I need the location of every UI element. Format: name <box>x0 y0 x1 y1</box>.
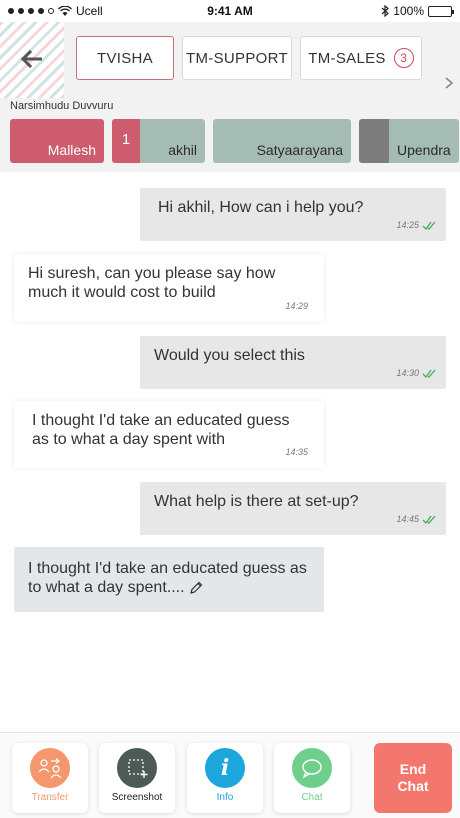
screenshot-icon <box>117 748 157 788</box>
agent-status-strip <box>359 119 389 163</box>
screenshot-button[interactable]: Screenshot <box>99 743 175 813</box>
message-meta: 14:35 <box>285 443 308 462</box>
agent-card-satyaarayana[interactable]: Satyaarayana <box>213 119 351 163</box>
message-text: Hi suresh, can you please say how much i… <box>28 265 276 301</box>
agent-card-label: akhil <box>168 142 197 158</box>
message-outgoing[interactable]: Hi akhil, How can i help you? 14:25 <box>140 188 446 241</box>
tab-tm-support[interactable]: TM-SUPPORT <box>182 36 292 80</box>
message-time: 14:25 <box>396 220 419 230</box>
double-check-icon <box>422 515 436 524</box>
unread-badge: 3 <box>393 48 414 68</box>
transfer-button[interactable]: Transfer <box>12 743 88 813</box>
message-time: 14:45 <box>396 514 419 524</box>
status-bar: Ucell 9:41 AM 100% <box>0 0 460 22</box>
transfer-label: Transfer <box>31 792 69 803</box>
message-text: What help is there at set-up? <box>154 493 359 510</box>
chat-bubble-icon <box>292 748 332 788</box>
message-meta: 14:29 <box>285 297 308 316</box>
message-time: 14:35 <box>285 447 308 457</box>
message-outgoing[interactable]: What help is there at set-up? 14:45 <box>140 482 446 535</box>
action-bar: Transfer Screenshot i Info Chat End Chat <box>0 732 460 818</box>
end-chat-label-line1: End <box>399 761 427 777</box>
back-button[interactable] <box>16 44 46 74</box>
tab-label: TM-SUPPORT <box>186 49 288 67</box>
message-time: 14:29 <box>285 301 308 311</box>
transfer-icon <box>30 748 70 788</box>
double-check-icon <box>422 221 436 230</box>
pencil-icon[interactable] <box>189 581 203 595</box>
team-tabs: TVISHA TM-SUPPORT TM-SALES 3 <box>76 36 422 80</box>
agent-unread-count: 1 <box>112 119 140 163</box>
agent-card-upendra[interactable]: Upendra <box>359 119 459 163</box>
screenshot-label: Screenshot <box>111 792 163 803</box>
agent-card-label: Upendra <box>397 142 451 158</box>
bluetooth-icon <box>381 5 390 17</box>
agent-card-label: Mallesh <box>47 142 96 158</box>
tab-tm-sales[interactable]: TM-SALES 3 <box>300 36 422 80</box>
battery-percent: 100% <box>393 4 424 18</box>
message-text: Hi akhil, How can i help you? <box>158 199 364 216</box>
message-meta: 14:45 <box>396 510 436 529</box>
back-tile <box>0 22 64 98</box>
agent-name: Narsimhudu Duvvuru <box>10 100 114 112</box>
info-button[interactable]: i Info <box>187 743 263 813</box>
agent-card-mallesh[interactable]: Mallesh <box>10 119 104 163</box>
info-label: Info <box>216 792 234 803</box>
tab-label: TVISHA <box>97 49 153 67</box>
end-chat-button[interactable]: End Chat <box>374 743 452 813</box>
end-chat-label-line2: Chat <box>397 778 429 794</box>
chat-button[interactable]: Chat <box>274 743 350 813</box>
agent-card-label: Satyaarayana <box>256 142 343 158</box>
message-outgoing[interactable]: Would you select this 14:30 <box>140 336 446 389</box>
message-text: I thought I'd take an educated guess as … <box>28 560 307 596</box>
tab-label: TM-SALES <box>308 49 386 67</box>
tab-tvisha[interactable]: TVISHA <box>76 36 174 80</box>
back-arrow-icon <box>20 50 42 68</box>
chat-label: Chat <box>301 792 323 803</box>
chat-header: TVISHA TM-SUPPORT TM-SALES 3 Narsimhudu … <box>0 22 460 172</box>
message-time: 14:30 <box>396 368 419 378</box>
message-text: Would you select this <box>154 347 305 364</box>
message-draft[interactable]: I thought I'd take an educated guess as … <box>14 547 324 612</box>
double-check-icon <box>422 369 436 378</box>
message-text: I thought I'd take an educated guess as … <box>32 412 290 448</box>
info-icon: i <box>205 748 245 788</box>
agent-card-akhil[interactable]: 1 akhil <box>112 119 205 163</box>
message-meta: 14:30 <box>396 364 436 383</box>
message-meta: 14:25 <box>396 216 436 235</box>
message-incoming[interactable]: Hi suresh, can you please say how much i… <box>14 254 324 322</box>
battery-icon <box>428 5 454 17</box>
agent-list: Mallesh 1 akhil Satyaarayana Upendra <box>10 119 459 163</box>
chevron-right-icon[interactable] <box>442 76 456 90</box>
message-incoming[interactable]: I thought I'd take an educated guess as … <box>14 401 324 468</box>
